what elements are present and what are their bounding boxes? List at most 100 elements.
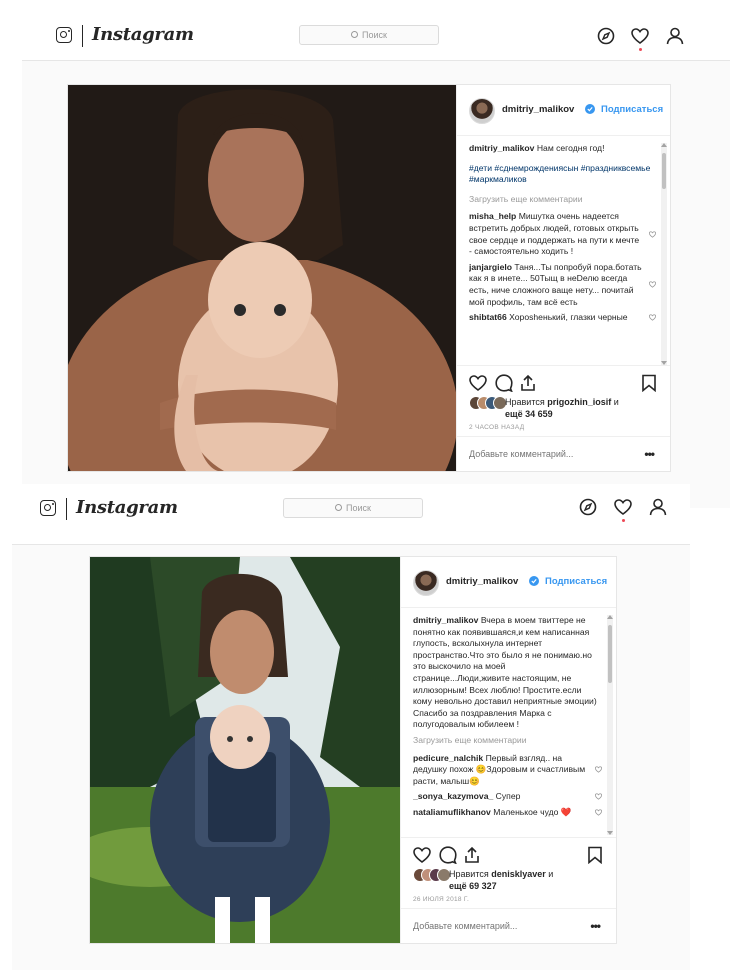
scroll-up-arrow-icon[interactable] [607, 615, 613, 619]
comment-item: _sonya_kazymova_ Супер [413, 791, 602, 803]
scroll-thumb[interactable] [608, 625, 612, 683]
activity-notification-dot [622, 519, 625, 522]
more-options-icon[interactable]: ••• [590, 919, 601, 933]
comments-list: dmitriy_malikov Нам сегодня год! #дети #… [469, 143, 656, 365]
caption-text: Нам сегодня год! [536, 143, 605, 153]
likes-count[interactable]: ещё 34 659 [505, 409, 553, 419]
load-more-comments-link[interactable]: Загрузить еще комментарии [469, 194, 656, 206]
comment-like-icon[interactable] [595, 766, 602, 773]
author-avatar[interactable] [413, 570, 439, 596]
logo-divider [82, 25, 83, 47]
comment-username[interactable]: misha_help [469, 211, 516, 221]
search-icon [351, 31, 359, 38]
like-heart-icon[interactable] [413, 846, 431, 864]
logo-divider [66, 498, 67, 520]
liker-avatars[interactable] [413, 868, 451, 882]
screenshot-1: Instagram Поиск dmitriy_malikov Подписат… [22, 0, 730, 508]
comment-like-icon[interactable] [649, 314, 656, 321]
instagram-glyph-icon[interactable] [56, 27, 72, 43]
search-box[interactable]: Поиск [283, 498, 423, 518]
comment-item: shibtat66 Хороshенький, глазки черные [469, 312, 656, 324]
post-timestamp[interactable]: 26 ИЮЛЯ 2018 Г. [413, 896, 469, 903]
comment-username[interactable]: shibtat66 [469, 312, 507, 322]
add-comment-input[interactable] [469, 449, 619, 459]
comment-username[interactable]: nataliamuflikhanov [413, 807, 491, 817]
search-box[interactable]: Поиск [299, 25, 439, 45]
follow-button[interactable]: Подписаться [601, 104, 663, 115]
instagram-wordmark[interactable]: Instagram [92, 24, 194, 45]
compass-icon[interactable] [597, 27, 615, 45]
caption-username[interactable]: dmitriy_malikov [469, 143, 534, 153]
scroll-down-arrow-icon[interactable] [607, 831, 613, 835]
post-photo[interactable] [58, 85, 458, 508]
post-photo-illustration [70, 557, 400, 943]
post-sidebar: dmitriy_malikov Подписаться dmitriy_mali… [400, 557, 616, 943]
comment-like-icon[interactable] [649, 230, 656, 238]
bookmark-icon[interactable] [640, 374, 658, 392]
post-actions [401, 837, 616, 872]
activity-notification-dot [639, 48, 642, 51]
comment-username[interactable]: _sonya_kazymova_ [413, 791, 493, 801]
bookmark-icon[interactable] [586, 846, 604, 864]
comment-text: Маленькое чудо ❤️ [493, 806, 572, 817]
compass-icon[interactable] [579, 498, 597, 516]
post-header: dmitriy_malikov Подписаться [457, 85, 670, 136]
comment-text: Супер [495, 791, 521, 802]
comment-like-icon[interactable] [595, 793, 602, 800]
post-header: dmitriy_malikov Подписаться [401, 557, 616, 608]
like-heart-icon[interactable] [469, 374, 487, 392]
add-comment-bar: ••• [457, 436, 670, 471]
more-options-icon[interactable]: ••• [644, 447, 655, 461]
likes-text: Нравится prigozhin_iosif и ещё 34 659 [505, 397, 619, 419]
caption-username[interactable]: dmitriy_malikov [413, 615, 478, 625]
comment-item: pedicure_nalchik Первый взгляд.. на деду… [413, 753, 602, 788]
comment-item: nataliamuflikhanov Маленькое чудо ❤️ [413, 807, 602, 819]
scroll-up-arrow-icon[interactable] [661, 143, 667, 147]
comment-item: janjargielo Таня...Ты попробуй пора.бота… [469, 262, 656, 308]
search-placeholder: Поиск [362, 30, 387, 40]
post-photo[interactable] [70, 557, 400, 943]
liker-avatars[interactable] [469, 396, 507, 410]
liker-username[interactable]: prigozhin_iosif [547, 397, 611, 407]
author-avatar[interactable] [469, 98, 495, 124]
load-more-comments-link[interactable]: Загрузить еще комментарии [413, 735, 602, 747]
post-card: dmitriy_malikov Подписаться dmitriy_mali… [58, 84, 671, 508]
comments-scrollbar[interactable] [607, 615, 613, 835]
author-username[interactable]: dmitriy_malikov [502, 104, 574, 115]
follow-button[interactable]: Подписаться [545, 576, 607, 587]
user-icon[interactable] [666, 27, 684, 45]
caption: dmitriy_malikov Нам сегодня год! [469, 143, 656, 155]
add-comment-input[interactable] [413, 921, 563, 931]
share-icon[interactable] [519, 374, 537, 392]
liker-username[interactable]: denisklyaver [491, 869, 546, 879]
post-sidebar: dmitriy_malikov Подписаться dmitriy_mali… [456, 85, 670, 471]
post-actions [457, 365, 670, 400]
verified-badge-icon [585, 104, 595, 114]
comment-icon[interactable] [439, 846, 457, 864]
post-timestamp[interactable]: 2 ЧАСОВ НАЗАД [469, 424, 524, 431]
instagram-glyph-icon[interactable] [40, 500, 56, 516]
caption-hashtags[interactable]: #дети #сднемрождениясын #праздниквсемье … [469, 163, 656, 186]
instagram-wordmark[interactable]: Instagram [76, 497, 178, 518]
comment-like-icon[interactable] [595, 809, 602, 816]
add-comment-bar: ••• [401, 908, 616, 943]
heart-icon[interactable] [614, 498, 632, 516]
heart-icon[interactable] [631, 27, 649, 45]
post-photo-illustration [58, 85, 458, 508]
comment-username[interactable]: janjargielo [469, 262, 512, 272]
share-icon[interactable] [463, 846, 481, 864]
comment-username[interactable]: pedicure_nalchik [413, 753, 483, 763]
author-username[interactable]: dmitriy_malikov [446, 576, 518, 587]
verified-badge-icon [529, 576, 539, 586]
user-icon[interactable] [649, 498, 667, 516]
scroll-thumb[interactable] [662, 153, 666, 189]
comment-icon[interactable] [495, 374, 513, 392]
top-navbar: Instagram Поиск [12, 484, 690, 545]
comments-scrollbar[interactable] [661, 143, 667, 365]
comment-like-icon[interactable] [649, 281, 656, 288]
top-navbar: Instagram Поиск [22, 0, 730, 61]
likes-count[interactable]: ещё 69 327 [449, 881, 497, 891]
caption-text: Вчера в моем твиттере не понятно как поя… [413, 615, 597, 730]
search-placeholder: Поиск [346, 503, 371, 513]
comments-list: dmitriy_malikov Вчера в моем твиттере не… [413, 615, 602, 835]
